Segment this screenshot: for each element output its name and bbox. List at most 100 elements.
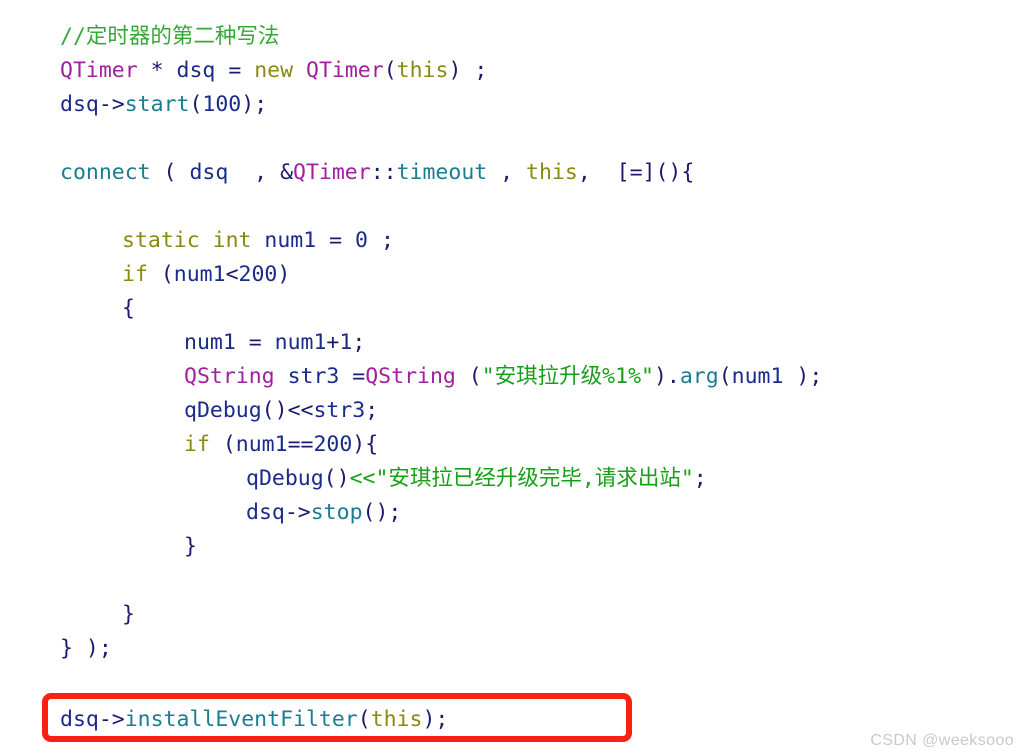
code-token: timeout — [396, 160, 488, 185]
code-token: this — [396, 58, 449, 83]
code-token: QString — [184, 364, 275, 389]
code-token: ( — [383, 58, 397, 83]
code-token: } ); — [60, 636, 112, 661]
code-line: dsq->start(100); — [60, 88, 267, 122]
code-token: 100 — [202, 92, 242, 117]
code-line: dsq->stop(); — [246, 496, 401, 530]
code-token: ( — [147, 262, 174, 287]
code-token: :: — [370, 160, 397, 185]
code-token: num1 — [235, 432, 288, 457]
code-line: QTimer * dsq = new QTimer(this) ; — [60, 54, 487, 88]
code-line: qDebug()<<"安琪拉已经升级完毕,请求出站"; — [246, 462, 707, 496]
csdn-watermark: CSDN @weeksooo — [870, 732, 1014, 749]
code-line: QString str3 =QString ("安琪拉升级%1%").arg(n… — [184, 360, 822, 394]
code-token: QTimer — [293, 160, 371, 185]
code-token: "安琪拉已经升级完毕,请求出站" — [375, 466, 694, 491]
code-token: ; — [461, 58, 488, 83]
code-token: ( — [189, 92, 203, 117]
code-token: = — [235, 330, 275, 355]
code-token: (); — [362, 500, 402, 525]
red-highlight-box — [42, 693, 632, 742]
code-token: = — [339, 364, 366, 389]
code-line: { — [122, 292, 135, 326]
code-token: ). — [653, 364, 680, 389]
code-token: ( — [718, 364, 732, 389]
code-token: str3 — [313, 398, 366, 423]
code-token: } — [122, 602, 135, 627]
code-token: -> — [284, 500, 311, 525]
code-token: QTimer — [60, 58, 138, 83]
code-token: qDebug — [184, 398, 262, 423]
code-token: num1 — [264, 228, 317, 253]
code-token: * — [150, 58, 164, 83]
code-line: if (num1==200){ — [184, 428, 378, 462]
code-line: //定时器的第二种写法 — [60, 20, 279, 54]
code-token: 200 — [238, 262, 278, 287]
code-token: = — [316, 228, 356, 253]
code-token: qDebug — [246, 466, 324, 491]
code-line: num1 = num1+1; — [184, 326, 365, 360]
code-token: , & — [228, 160, 294, 185]
code-line: } — [184, 530, 197, 564]
code-line: qDebug()<<str3; — [184, 394, 378, 428]
code-token: < — [225, 262, 239, 287]
code-token: << — [287, 398, 314, 423]
code-token: stop — [310, 500, 363, 525]
code-token: connect — [60, 160, 151, 185]
code-line: static int num1 = 0 ; — [122, 224, 394, 258]
code-token: ); — [783, 364, 823, 389]
code-token: ); — [241, 92, 268, 117]
code-token: num1 — [274, 330, 327, 355]
code-token: ( — [455, 364, 482, 389]
code-token: //定时器的第二种写法 — [60, 24, 280, 49]
code-token: << — [349, 466, 376, 491]
code-token: start — [124, 92, 190, 117]
code-token: arg — [679, 364, 719, 389]
code-snippet-area: //定时器的第二种写法 QTimer * dsq = new QTimer(thi… — [0, 0, 1028, 756]
code-token: new — [254, 58, 294, 83]
code-token: , — [487, 160, 527, 185]
code-token: dsq — [176, 58, 216, 83]
code-token: dsq — [60, 92, 99, 117]
code-token: num1 — [184, 330, 236, 355]
code-token: ; — [365, 398, 379, 423]
code-line: connect ( dsq , &QTimer::timeout , this,… — [60, 156, 694, 190]
code-token: dsq — [246, 500, 285, 525]
code-line: if (num1<200) — [122, 258, 290, 292]
code-token: num1 — [731, 364, 784, 389]
code-token: dsq — [189, 160, 229, 185]
code-token: -> — [98, 92, 125, 117]
code-token: ) — [277, 262, 291, 287]
code-line: } — [122, 598, 135, 632]
code-token: ; — [693, 466, 707, 491]
code-token: ( — [150, 160, 190, 185]
code-token: } — [184, 534, 197, 559]
code-token: str3 — [287, 364, 340, 389]
code-token: if — [184, 432, 210, 457]
code-token: ; — [368, 228, 394, 253]
code-token: == — [287, 432, 314, 457]
code-token: 0 — [355, 228, 368, 253]
code-token: 200 — [313, 432, 353, 457]
code-token: + — [326, 330, 340, 355]
code-token: QTimer — [306, 58, 384, 83]
code-token: QString — [365, 364, 456, 389]
code-token: () — [323, 466, 350, 491]
code-token: () — [261, 398, 288, 423]
code-token: 1 — [339, 330, 353, 355]
code-token: if — [122, 262, 148, 287]
code-token: "安琪拉升级%1%" — [481, 364, 654, 389]
code-token: ) — [448, 58, 462, 83]
code-token: ){ — [352, 432, 379, 457]
code-token: this — [526, 160, 578, 185]
code-token: ; — [352, 330, 366, 355]
code-token: int — [212, 228, 252, 253]
